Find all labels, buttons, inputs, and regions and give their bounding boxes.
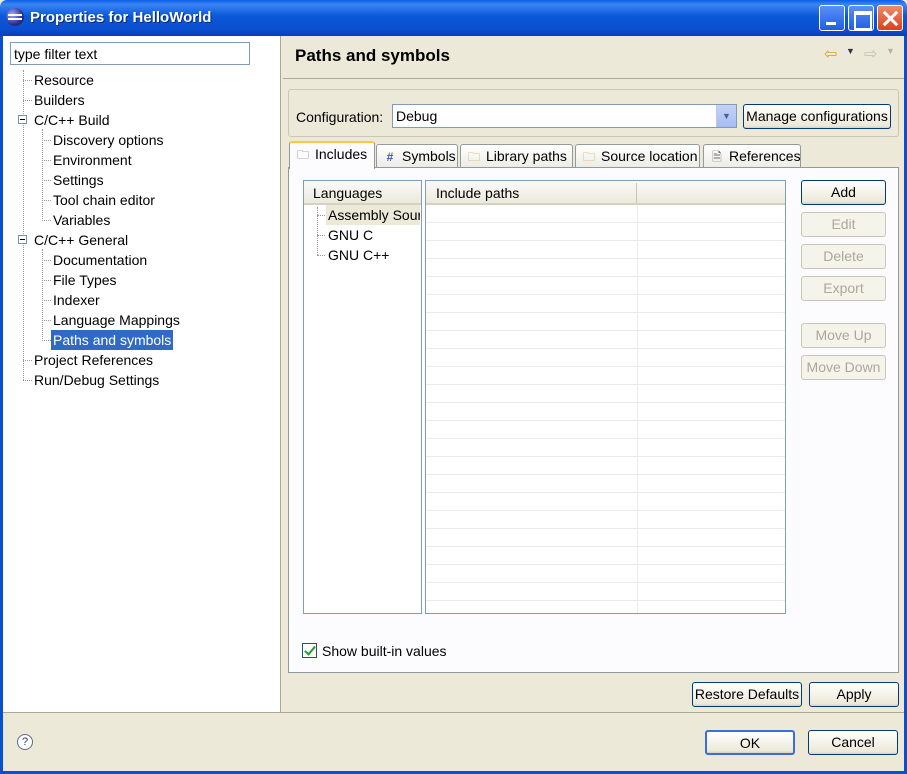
- table-row-gridline: [426, 294, 785, 295]
- apply-button[interactable]: Apply: [809, 682, 899, 707]
- cancel-button[interactable]: Cancel: [808, 730, 898, 755]
- edit-button[interactable]: Edit: [801, 212, 886, 237]
- table-row-gridline: [426, 510, 785, 511]
- eclipse-icon: [6, 8, 24, 26]
- table-row-gridline: [426, 348, 785, 349]
- tree-item-environment[interactable]: Environment: [51, 150, 134, 170]
- language-item-assembly[interactable]: Assembly Source: [326, 205, 420, 225]
- table-row-gridline: [426, 474, 785, 475]
- tab-symbols[interactable]: # Symbols: [376, 144, 458, 168]
- collapse-cpp-general-icon[interactable]: [18, 235, 27, 244]
- show-builtin-label: Show built-in values: [322, 643, 447, 659]
- collapse-cpp-build-icon[interactable]: [18, 115, 27, 124]
- tree-item-project-references[interactable]: Project References: [32, 350, 155, 370]
- configuration-label: Configuration:: [296, 109, 384, 125]
- language-item-gnu-cpp[interactable]: GNU C++: [328, 245, 389, 265]
- table-row-gridline: [426, 402, 785, 403]
- tree-item-cpp-general[interactable]: C/C++ General: [32, 230, 130, 250]
- table-row-gridline: [426, 222, 785, 223]
- header-divider: [283, 78, 904, 79]
- table-row-gridline: [426, 420, 785, 421]
- tab-includes-label: Includes: [315, 146, 368, 162]
- help-icon[interactable]: ?: [17, 734, 33, 750]
- footer-divider: [3, 712, 904, 713]
- tab-includes[interactable]: 🗀 Includes: [289, 141, 375, 169]
- table-row-gridline: [426, 240, 785, 241]
- include-paths-table[interactable]: [425, 180, 786, 614]
- table-row-gridline: [426, 312, 785, 313]
- delete-button[interactable]: Delete: [801, 244, 886, 269]
- forward-arrow-icon: ⇨: [864, 46, 878, 63]
- maximize-button[interactable]: [848, 5, 874, 31]
- library-icon: 🗀: [467, 150, 480, 164]
- manage-configurations-button[interactable]: Manage configurations: [743, 104, 891, 129]
- close-button[interactable]: [877, 5, 903, 31]
- forward-history-dropdown-icon: ▼: [886, 46, 895, 56]
- table-row-gridline: [426, 582, 785, 583]
- source-folder-icon: 🗀: [582, 150, 595, 164]
- table-row-gridline: [426, 384, 785, 385]
- include-folder-icon: 🗀: [296, 148, 309, 162]
- add-button[interactable]: Add: [801, 180, 886, 205]
- configuration-value: Debug: [396, 108, 438, 124]
- table-row-gridline: [426, 546, 785, 547]
- configuration-select[interactable]: [392, 104, 737, 128]
- table-row-gridline: [426, 600, 785, 601]
- table-row-gridline: [426, 564, 785, 565]
- tab-source-location[interactable]: 🗀 Source location: [575, 144, 700, 168]
- column-separator: [636, 183, 637, 203]
- tab-symbols-label: Symbols: [402, 148, 456, 164]
- tab-library-paths-label: Library paths: [486, 148, 567, 164]
- tab-source-location-label: Source location: [601, 148, 698, 164]
- tab-library-paths[interactable]: 🗀 Library paths: [460, 144, 573, 168]
- table-row-gridline: [426, 276, 785, 277]
- table-row-gridline: [426, 456, 785, 457]
- column-gridline: [637, 205, 638, 613]
- tree-item-tool-chain-editor[interactable]: Tool chain editor: [51, 190, 157, 210]
- page-title: Paths and symbols: [295, 46, 450, 65]
- tree-item-paths-and-symbols[interactable]: Paths and symbols: [51, 330, 174, 350]
- tree-item-settings[interactable]: Settings: [51, 170, 106, 190]
- references-icon: 🗎: [712, 150, 722, 164]
- move-down-button[interactable]: Move Down: [801, 355, 886, 380]
- chevron-down-icon[interactable]: ▼: [716, 105, 736, 127]
- ok-button[interactable]: OK: [705, 730, 795, 755]
- tree-item-indexer[interactable]: Indexer: [51, 290, 102, 310]
- table-row-gridline: [426, 366, 785, 367]
- tree-item-cpp-build[interactable]: C/C++ Build: [32, 110, 111, 130]
- minimize-button[interactable]: [819, 5, 845, 31]
- table-row-gridline: [426, 492, 785, 493]
- tree-item-discovery-options[interactable]: Discovery options: [51, 130, 166, 150]
- show-builtin-checkbox[interactable]: [302, 643, 317, 658]
- window-title: Properties for HelloWorld: [30, 9, 212, 26]
- hash-icon: #: [386, 150, 394, 164]
- filter-input[interactable]: [10, 42, 250, 65]
- tree-item-documentation[interactable]: Documentation: [51, 250, 149, 270]
- back-arrow-icon[interactable]: ⇦: [824, 44, 837, 64]
- languages-header: Languages: [304, 181, 421, 205]
- tree-item-language-mappings[interactable]: Language Mappings: [51, 310, 182, 330]
- table-row-gridline: [426, 258, 785, 259]
- language-item-gnu-c[interactable]: GNU C: [328, 225, 373, 245]
- table-row-gridline: [426, 438, 785, 439]
- move-up-button[interactable]: Move Up: [801, 323, 886, 348]
- export-button[interactable]: Export: [801, 276, 886, 301]
- back-history-dropdown-icon[interactable]: ▼: [846, 46, 855, 56]
- tree-item-builders[interactable]: Builders: [32, 90, 87, 110]
- tree-item-resource[interactable]: Resource: [32, 70, 96, 90]
- tree-item-file-types[interactable]: File Types: [51, 270, 119, 290]
- table-row-gridline: [426, 330, 785, 331]
- table-row-gridline: [426, 528, 785, 529]
- tree-item-run-debug-settings[interactable]: Run/Debug Settings: [32, 370, 161, 390]
- tab-references[interactable]: 🗎 References: [703, 144, 801, 168]
- tab-references-label: References: [729, 148, 801, 164]
- restore-defaults-button[interactable]: Restore Defaults: [692, 682, 802, 707]
- tree-item-variables[interactable]: Variables: [51, 210, 112, 230]
- include-paths-column-header: Include paths: [436, 185, 520, 201]
